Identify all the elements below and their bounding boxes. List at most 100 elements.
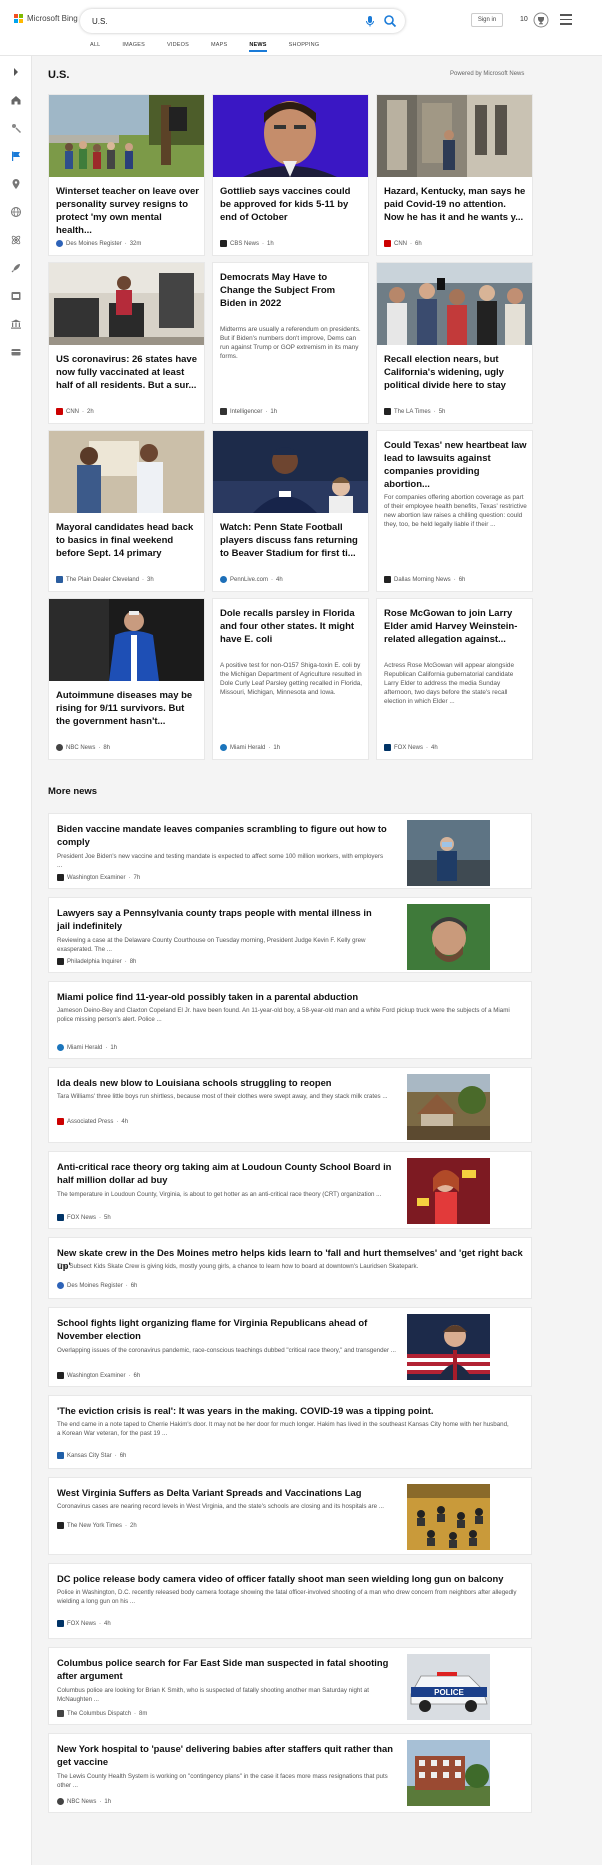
list-item[interactable]: Biden vaccine mandate leaves companies s… <box>48 813 532 889</box>
tab-shopping[interactable]: SHOPPING <box>289 40 320 52</box>
source-name[interactable]: Associated Press <box>67 1119 113 1125</box>
news-card[interactable]: Dole recalls parsley in Florida and four… <box>212 598 369 760</box>
source-name[interactable]: The Columbus Dispatch <box>67 1711 131 1717</box>
list-item[interactable]: DC police release body camera video of o… <box>48 1563 532 1639</box>
entertainment-icon[interactable] <box>10 290 22 302</box>
card-title[interactable]: Mayoral candidates head back to basics i… <box>56 521 199 560</box>
source-name[interactable]: The New York Times <box>67 1523 122 1529</box>
list-item[interactable]: School fights light organizing flame for… <box>48 1307 532 1387</box>
list-item[interactable]: Anti-critical race theory org taking aim… <box>48 1151 532 1229</box>
article-title[interactable]: Columbus police search for Far East Side… <box>57 1656 397 1682</box>
card-title[interactable]: Democrats May Have to Change the Subject… <box>220 271 363 310</box>
source-name[interactable]: Kansas City Star <box>67 1453 112 1459</box>
card-title[interactable]: Recall election nears, but California's … <box>384 353 527 392</box>
source-name[interactable]: Intelligencer <box>230 409 262 415</box>
article-title[interactable]: West Virginia Suffers as Delta Variant S… <box>57 1486 397 1499</box>
card-title[interactable]: Gottlieb says vaccines could be approved… <box>220 185 363 224</box>
source-name[interactable]: FOX News <box>67 1215 96 1221</box>
tab-maps[interactable]: MAPS <box>211 40 227 52</box>
article-title[interactable]: Lawyers say a Pennsylvania county traps … <box>57 906 387 932</box>
article-title[interactable]: Miami police find 11-year-old possibly t… <box>57 990 517 1003</box>
news-card[interactable]: Mayoral candidates head back to basics i… <box>48 430 205 592</box>
tab-all[interactable]: ALL <box>90 40 100 52</box>
article-title[interactable]: Anti-critical race theory org taking aim… <box>57 1160 397 1186</box>
news-card[interactable]: Winterset teacher on leave over personal… <box>48 94 205 256</box>
source-name[interactable]: The Plain Dealer Cleveland <box>66 577 139 583</box>
rewards-trophy-icon[interactable] <box>533 12 549 28</box>
globe-icon[interactable] <box>10 206 22 218</box>
sports-icon[interactable] <box>10 122 22 134</box>
source-logo-icon <box>220 408 227 415</box>
search-icon[interactable] <box>383 14 397 28</box>
article-title[interactable]: Biden vaccine mandate leaves companies s… <box>57 822 387 848</box>
source-name[interactable]: FOX News <box>394 745 423 751</box>
hamburger-menu-icon[interactable] <box>560 14 572 26</box>
list-item[interactable]: Lawyers say a Pennsylvania county traps … <box>48 897 532 973</box>
microphone-icon[interactable] <box>363 14 377 28</box>
source-name[interactable]: Miami Herald <box>67 1045 102 1051</box>
science-icon[interactable] <box>10 234 22 246</box>
card-title[interactable]: Winterset teacher on leave over personal… <box>56 185 199 237</box>
list-item[interactable]: New York hospital to 'pause' delivering … <box>48 1733 532 1813</box>
news-card[interactable]: Democrats May Have to Change the Subject… <box>212 262 369 424</box>
list-item[interactable]: Columbus police search for Far East Side… <box>48 1647 532 1725</box>
card-title[interactable]: Hazard, Kentucky, man says he paid Covid… <box>384 185 527 224</box>
source-name[interactable]: NBC News <box>66 745 95 751</box>
news-card[interactable]: Recall election nears, but California's … <box>376 262 533 424</box>
news-card[interactable]: Could Texas' new heartbeat law lead to l… <box>376 430 533 592</box>
card-title[interactable]: Could Texas' new heartbeat law lead to l… <box>384 439 527 491</box>
location-icon[interactable] <box>10 178 22 190</box>
news-card[interactable]: Hazard, Kentucky, man says he paid Covid… <box>376 94 533 256</box>
article-title[interactable]: School fights light organizing flame for… <box>57 1316 397 1342</box>
card-title[interactable]: Rose McGowan to join Larry Elder amid Ha… <box>384 607 527 646</box>
list-item[interactable]: West Virginia Suffers as Delta Variant S… <box>48 1477 532 1555</box>
home-icon[interactable] <box>10 94 22 106</box>
news-image <box>213 431 368 513</box>
money-icon[interactable] <box>10 318 22 330</box>
source-name[interactable]: Dallas Morning News <box>394 577 451 583</box>
card-title[interactable]: US coronavirus: 26 states have now fully… <box>56 353 199 392</box>
source-name[interactable]: Washington Examiner <box>67 1373 125 1379</box>
source-name[interactable]: PennLive.com <box>230 577 268 583</box>
list-item[interactable]: 'The eviction crisis is real': It was ye… <box>48 1395 532 1469</box>
sign-in-button[interactable]: Sign in <box>471 13 503 27</box>
source-name[interactable]: CNN <box>394 241 407 247</box>
news-card[interactable]: Rose McGowan to join Larry Elder amid Ha… <box>376 598 533 760</box>
list-item[interactable]: Miami police find 11-year-old possibly t… <box>48 981 532 1059</box>
bing-logo[interactable]: Microsoft Bing <box>14 14 78 23</box>
source-name[interactable]: CBS News <box>230 241 259 247</box>
news-card[interactable]: US coronavirus: 26 states have now fully… <box>48 262 205 424</box>
article-title[interactable]: DC police release body camera video of o… <box>57 1572 527 1585</box>
card-title[interactable]: Dole recalls parsley in Florida and four… <box>220 607 363 646</box>
source-name[interactable]: NBC News <box>67 1799 96 1805</box>
search-box[interactable] <box>80 9 405 33</box>
rewards-count[interactable]: 10 <box>520 16 528 23</box>
expand-icon[interactable] <box>10 66 22 78</box>
card-title[interactable]: Autoimmune diseases may be rising for 9/… <box>56 689 199 728</box>
tab-videos[interactable]: VIDEOS <box>167 40 189 52</box>
source-name[interactable]: Philadelphia Inquirer <box>67 959 122 965</box>
rocket-icon[interactable] <box>10 262 22 274</box>
card-title[interactable]: Watch: Penn State Football players discu… <box>220 521 363 560</box>
article-title[interactable]: New York hospital to 'pause' delivering … <box>57 1742 397 1768</box>
source-name[interactable]: CNN <box>66 409 79 415</box>
list-item[interactable]: Ida deals new blow to Louisiana schools … <box>48 1067 532 1143</box>
tab-news[interactable]: NEWS <box>249 40 267 52</box>
source-name[interactable]: Miami Herald <box>230 745 265 751</box>
source-name[interactable]: FOX News <box>67 1621 96 1627</box>
article-title[interactable]: 'The eviction crisis is real': It was ye… <box>57 1404 527 1417</box>
list-item[interactable]: New skate crew in the Des Moines metro h… <box>48 1237 532 1299</box>
more-news-title: More news <box>48 786 98 797</box>
news-card[interactable]: Gottlieb says vaccines could be approved… <box>212 94 369 256</box>
wallet-icon[interactable] <box>10 346 22 358</box>
news-card[interactable]: Watch: Penn State Football players discu… <box>212 430 369 592</box>
flag-icon[interactable] <box>10 150 22 162</box>
source-name[interactable]: The LA Times <box>394 409 431 415</box>
search-input[interactable] <box>92 14 342 28</box>
source-name[interactable]: Des Moines Register <box>67 1283 123 1289</box>
article-title[interactable]: Ida deals new blow to Louisiana schools … <box>57 1076 387 1089</box>
source-name[interactable]: Des Moines Register <box>66 241 122 247</box>
news-card[interactable]: Autoimmune diseases may be rising for 9/… <box>48 598 205 760</box>
source-name[interactable]: Washington Examiner <box>67 875 125 881</box>
tab-images[interactable]: IMAGES <box>122 40 145 52</box>
